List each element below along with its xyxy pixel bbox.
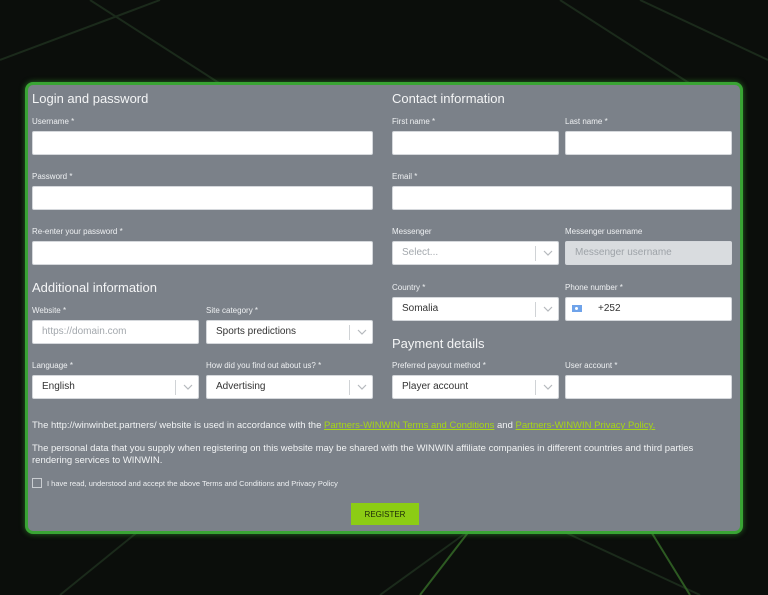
chevron-down-icon bbox=[183, 384, 193, 390]
user-account-input[interactable] bbox=[565, 375, 732, 399]
last-name-label: Last name * bbox=[565, 117, 608, 126]
first-name-input[interactable] bbox=[392, 131, 559, 155]
messenger-username-input[interactable]: Messenger username bbox=[565, 241, 732, 265]
how-found-label: How did you find out about us? * bbox=[206, 361, 322, 370]
phone-input[interactable]: +252 bbox=[565, 297, 732, 321]
payout-method-label: Preferred payout method * bbox=[392, 361, 486, 370]
select-divider bbox=[535, 246, 536, 261]
payout-method-value: Player account bbox=[402, 381, 469, 392]
email-label: Email * bbox=[392, 172, 418, 181]
first-name-label: First name * bbox=[392, 117, 436, 126]
password-label: Password * bbox=[32, 172, 73, 181]
registration-form: Login and password Username * Password *… bbox=[25, 82, 743, 534]
country-select[interactable]: Somalia bbox=[392, 297, 559, 321]
site-category-value: Sports predictions bbox=[216, 326, 297, 337]
payout-method-select[interactable]: Player account bbox=[392, 375, 559, 399]
select-divider bbox=[349, 325, 350, 340]
website-input[interactable]: https://domain.com bbox=[32, 320, 199, 344]
messenger-username-label: Messenger username bbox=[565, 227, 643, 236]
password-input[interactable] bbox=[32, 186, 373, 210]
messenger-value: Select... bbox=[402, 247, 439, 258]
country-label: Country * bbox=[392, 283, 426, 292]
somalia-flag-icon[interactable] bbox=[572, 305, 582, 312]
country-value: Somalia bbox=[402, 303, 439, 314]
how-found-value: Advertising bbox=[216, 381, 266, 392]
last-name-input[interactable] bbox=[565, 131, 732, 155]
accept-terms-checkbox[interactable] bbox=[32, 478, 42, 488]
select-divider bbox=[535, 302, 536, 317]
how-found-select[interactable]: Advertising bbox=[206, 375, 373, 399]
email-input[interactable] bbox=[392, 186, 732, 210]
language-label: Language * bbox=[32, 361, 73, 370]
terms-notice-and: and bbox=[494, 420, 516, 431]
username-label: Username * bbox=[32, 117, 75, 126]
language-select[interactable]: English bbox=[32, 375, 199, 399]
language-value: English bbox=[42, 381, 75, 392]
chevron-down-icon bbox=[543, 384, 553, 390]
site-category-select[interactable]: Sports predictions bbox=[206, 320, 373, 344]
select-divider bbox=[175, 380, 176, 395]
terms-notice-prefix: The http://winwinbet.partners/ website i… bbox=[32, 420, 325, 431]
register-button[interactable]: REGISTER bbox=[351, 503, 419, 525]
messenger-label: Messenger bbox=[392, 227, 432, 236]
privacy-link[interactable]: Partners-WINWIN Privacy Policy. bbox=[516, 420, 656, 431]
additional-section-title: Additional information bbox=[32, 280, 158, 295]
reenter-password-input[interactable] bbox=[32, 241, 373, 265]
phone-label: Phone number * bbox=[565, 283, 623, 292]
username-input[interactable] bbox=[32, 131, 373, 155]
user-account-label: User account * bbox=[565, 361, 618, 370]
messenger-select[interactable]: Select... bbox=[392, 241, 559, 265]
terms-link[interactable]: Partners-WINWIN Terms and Conditions bbox=[324, 420, 494, 431]
accept-terms-label: I have read, understood and accept the a… bbox=[47, 479, 338, 488]
select-divider bbox=[349, 380, 350, 395]
chevron-down-icon bbox=[357, 329, 367, 335]
select-divider bbox=[535, 380, 536, 395]
contact-section-title: Contact information bbox=[392, 91, 505, 106]
chevron-down-icon bbox=[543, 250, 553, 256]
payment-section-title: Payment details bbox=[392, 336, 485, 351]
site-category-label: Site category * bbox=[206, 306, 259, 315]
website-label: Website * bbox=[32, 306, 67, 315]
chevron-down-icon bbox=[543, 306, 553, 312]
personal-data-notice: The personal data that you supply when r… bbox=[32, 443, 694, 466]
phone-value: +252 bbox=[598, 303, 621, 314]
reenter-password-label: Re-enter your password * bbox=[32, 227, 123, 236]
chevron-down-icon bbox=[357, 384, 367, 390]
login-section-title: Login and password bbox=[32, 91, 149, 106]
terms-notice: The http://winwinbet.partners/ website i… bbox=[32, 420, 732, 432]
